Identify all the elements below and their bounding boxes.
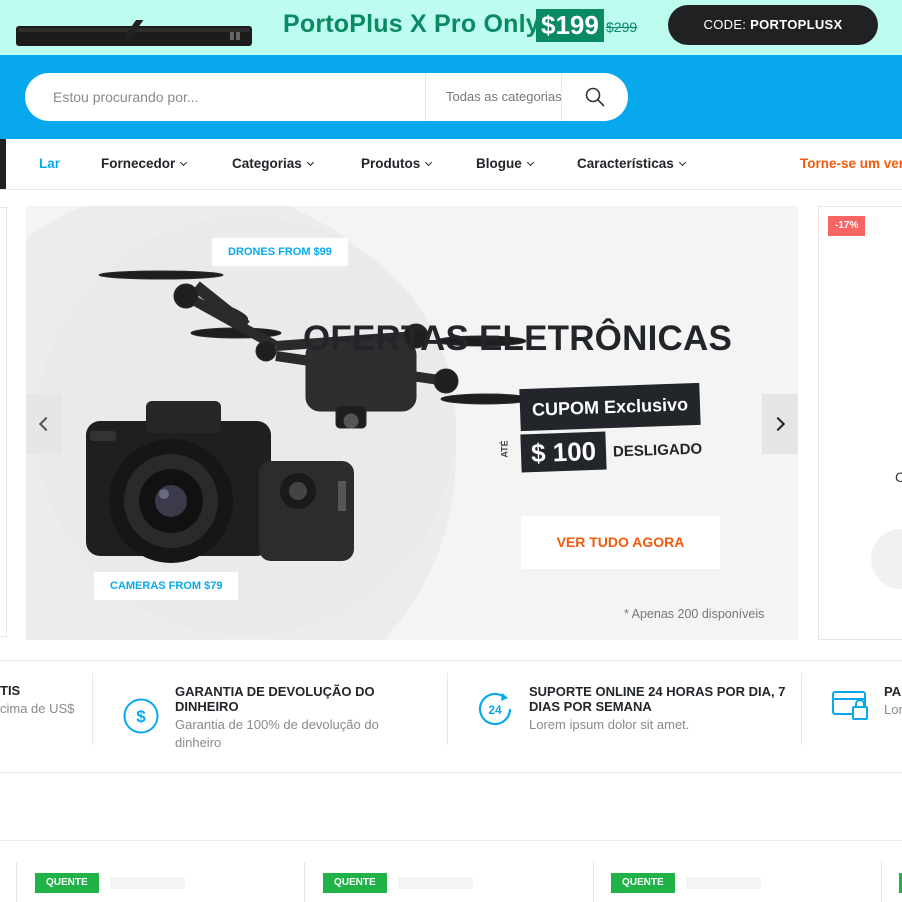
nav-item-label: Lar [39,156,61,171]
nav-item-label: Blogue [476,156,522,171]
feature-desc: cima de US$ [0,701,75,716]
main-nav: Lar Fornecedor Categorias Produtos Blogu… [0,139,902,190]
features-strip: TIS cima de US$ $ GARANTIA DE DEVOLUÇÃO … [0,660,902,773]
payment-card-icon [832,691,868,720]
feature-desc: Garantia de 100% de devolução do dinheir… [175,717,379,750]
chevron-down-icon [180,158,188,167]
svg-text:$: $ [136,707,146,726]
become-vendor-link[interactable]: Torne-se um vendedor [800,139,902,189]
discount-amount: $ 100 [520,431,607,473]
header: Todas as categorias [0,55,902,139]
svg-text:24: 24 [488,703,502,717]
nav-item-caracteristicas[interactable]: Características [577,139,686,189]
dollar-icon: $ [123,698,159,734]
view-all-button[interactable]: VER TUDO AGORA [521,516,720,569]
search-icon [585,87,605,107]
off-label: DESLIGADO [612,440,703,461]
promo-banner[interactable]: PortoPlus X Pro Only $199 $299 CODE: POR… [0,0,902,55]
drones-tag[interactable]: DRONES FROM $99 [212,238,348,266]
hero-title: OFERTAS ELETRÔNICAS [303,319,732,358]
product-placeholder [686,877,761,889]
search-bar: Todas as categorias [25,73,628,121]
nav-item-label: Fornecedor [101,156,176,171]
product-placeholder [110,877,185,889]
search-button[interactable] [561,73,628,121]
nav-item-blogue[interactable]: Blogue [476,139,534,189]
availability-note: * Apenas 200 disponíveis [624,607,765,621]
coupon-label: CUPOM Exclusivo [519,382,701,432]
hot-badge: QUENTE [323,873,387,893]
nav-item-categorias[interactable]: Categorias [232,139,314,189]
section-separator [0,840,902,841]
feature-free-shipping: TIS cima de US$ [0,683,90,763]
product-card-border [881,862,882,902]
feature-money-back: $ GARANTIA DE DEVOLUÇÃO DO DINHEIRO Gara… [122,673,422,753]
feature-desc: Lor [884,702,902,717]
hot-badge: QUENTE [35,873,99,893]
promo-code-button[interactable]: CODE: PORTOPLUSX [668,5,878,45]
prev-slide-peek [0,207,7,637]
soundbar-image [16,20,252,46]
code-value: PORTOPLUSX [750,17,843,32]
promo-old-price: $299 [606,19,638,35]
promo-price: $199 [536,9,604,42]
nav-item-lar[interactable]: Lar [39,139,60,189]
discount-badge: -17% [828,216,866,236]
nav-item-fornecedor[interactable]: Fornecedor [101,139,188,189]
nav-item-label: Características [577,156,674,171]
chevron-down-icon [425,158,433,167]
nav-item-label: Categorias [232,156,302,171]
product-placeholder [398,877,473,889]
product-card-border [593,862,594,902]
code-prefix: CODE: [703,17,747,32]
chevron-down-icon [306,158,314,167]
nav-item-produtos[interactable]: Produtos [361,139,433,189]
product-card-border [304,862,305,902]
hero-slider[interactable]: DRONES FROM $99 CAMERAS FROM $79 OFERTAS… [26,206,798,640]
feature-divider [92,673,93,745]
chevron-left-icon [38,416,54,432]
feature-title: TIS [0,683,21,698]
product-text-fragment: C [895,469,902,485]
feature-title: GARANTIA DE DEVOLUÇÃO DO DINHEIRO [175,684,375,714]
hot-badge: QUENTE [611,873,675,893]
nav-item-label: Produtos [361,156,421,171]
feature-divider [801,673,802,745]
support-24-icon: 24 [478,692,512,726]
feature-secure-payment: PA Lor [832,673,902,753]
feature-divider [447,673,448,745]
chevron-down-icon [526,158,534,167]
slider-prev-button[interactable] [26,394,62,454]
product-card-border [16,862,17,902]
feature-title: PA [884,684,902,699]
cameras-tag[interactable]: CAMERAS FROM $79 [94,572,239,600]
category-select[interactable]: Todas as categorias [425,73,561,121]
feature-title: SUPORTE ONLINE 24 HORAS POR DIA, 7 DIAS … [529,684,786,714]
search-input[interactable] [53,73,423,121]
up-to-label: ATÉ [499,440,510,458]
nav-left-bar[interactable] [0,139,6,189]
feature-support: 24 SUPORTE ONLINE 24 HORAS POR DIA, 7 DI… [476,673,796,753]
chevron-down-icon [678,158,686,167]
slider-next-button[interactable] [762,394,798,454]
feature-desc: Lorem ipsum dolor sit amet. [529,717,690,732]
chevron-right-icon [770,416,786,432]
side-product-card[interactable]: -17% C [818,206,902,640]
promo-headline: PortoPlus X Pro Only [283,10,540,38]
drone-camera-image [86,270,526,563]
product-image-placeholder [871,529,902,589]
